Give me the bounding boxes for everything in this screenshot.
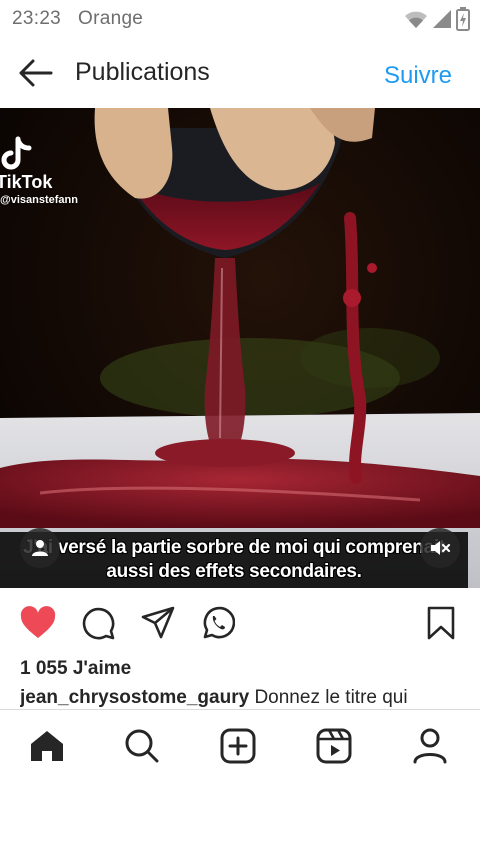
status-bar: 23:23 Orange	[0, 0, 480, 38]
status-carrier: Orange	[78, 8, 144, 29]
profile-icon	[413, 728, 447, 764]
save-button[interactable]	[422, 604, 460, 642]
post-actions	[0, 598, 480, 648]
search-icon	[125, 729, 159, 763]
back-button[interactable]	[14, 53, 56, 93]
bottom-nav	[0, 710, 480, 782]
nav-create[interactable]	[216, 724, 260, 768]
reels-icon	[316, 728, 352, 764]
post-header: Publications Suivre	[0, 38, 480, 108]
heart-icon	[20, 606, 56, 638]
battery-charging-icon	[456, 7, 470, 31]
comment-button[interactable]	[79, 604, 117, 642]
like-button[interactable]	[19, 604, 57, 642]
tiktok-logo-icon	[1, 136, 32, 170]
wifi-icon	[405, 11, 427, 28]
status-time: 23:23	[12, 8, 62, 29]
whatsapp-icon	[203, 606, 235, 639]
nav-reels[interactable]	[312, 724, 356, 768]
video-subtitle-line: J'ai versé la partie sorbre de moi qui c…	[23, 537, 445, 558]
signal-icon	[433, 10, 451, 28]
nav-profile[interactable]	[408, 724, 452, 768]
post-caption: jean_chrysostome_gaury Donnez le titre q…	[20, 687, 480, 709]
post-media[interactable]: TikTok @visanstefann J'ai versé la parti…	[0, 108, 480, 588]
share-icon	[141, 606, 175, 639]
volume-off-icon	[431, 541, 451, 555]
tagged-users-button[interactable]	[20, 528, 60, 568]
comment-icon	[82, 607, 115, 640]
bookmark-icon	[427, 606, 455, 640]
arrow-left-icon	[19, 59, 53, 87]
user-tag-icon	[32, 540, 48, 556]
video-subtitle: J'ai versé la partie sorbre de moi qui c…	[0, 532, 468, 588]
caption-author[interactable]: jean_chrysostome_gaury	[20, 687, 249, 708]
follow-button[interactable]: Suivre	[384, 62, 452, 90]
create-icon	[220, 728, 256, 764]
nav-search[interactable]	[120, 724, 164, 768]
page-title: Publications	[75, 58, 210, 86]
status-icons	[404, 7, 470, 31]
whatsapp-share-button[interactable]	[199, 604, 237, 642]
nav-home[interactable]	[25, 724, 69, 768]
tiktok-watermark: TikTok	[0, 172, 53, 192]
share-button[interactable]	[139, 604, 177, 642]
home-icon	[31, 731, 63, 761]
tiktok-handle: @visanstefann	[0, 194, 78, 206]
caption-body: Donnez le titre qui	[254, 687, 408, 708]
mute-button[interactable]	[420, 528, 460, 568]
video-frame	[0, 108, 480, 588]
likes-count[interactable]: 1 055 J'aime	[20, 658, 131, 680]
video-subtitle-line: aussi des effets secondaires.	[106, 561, 362, 582]
